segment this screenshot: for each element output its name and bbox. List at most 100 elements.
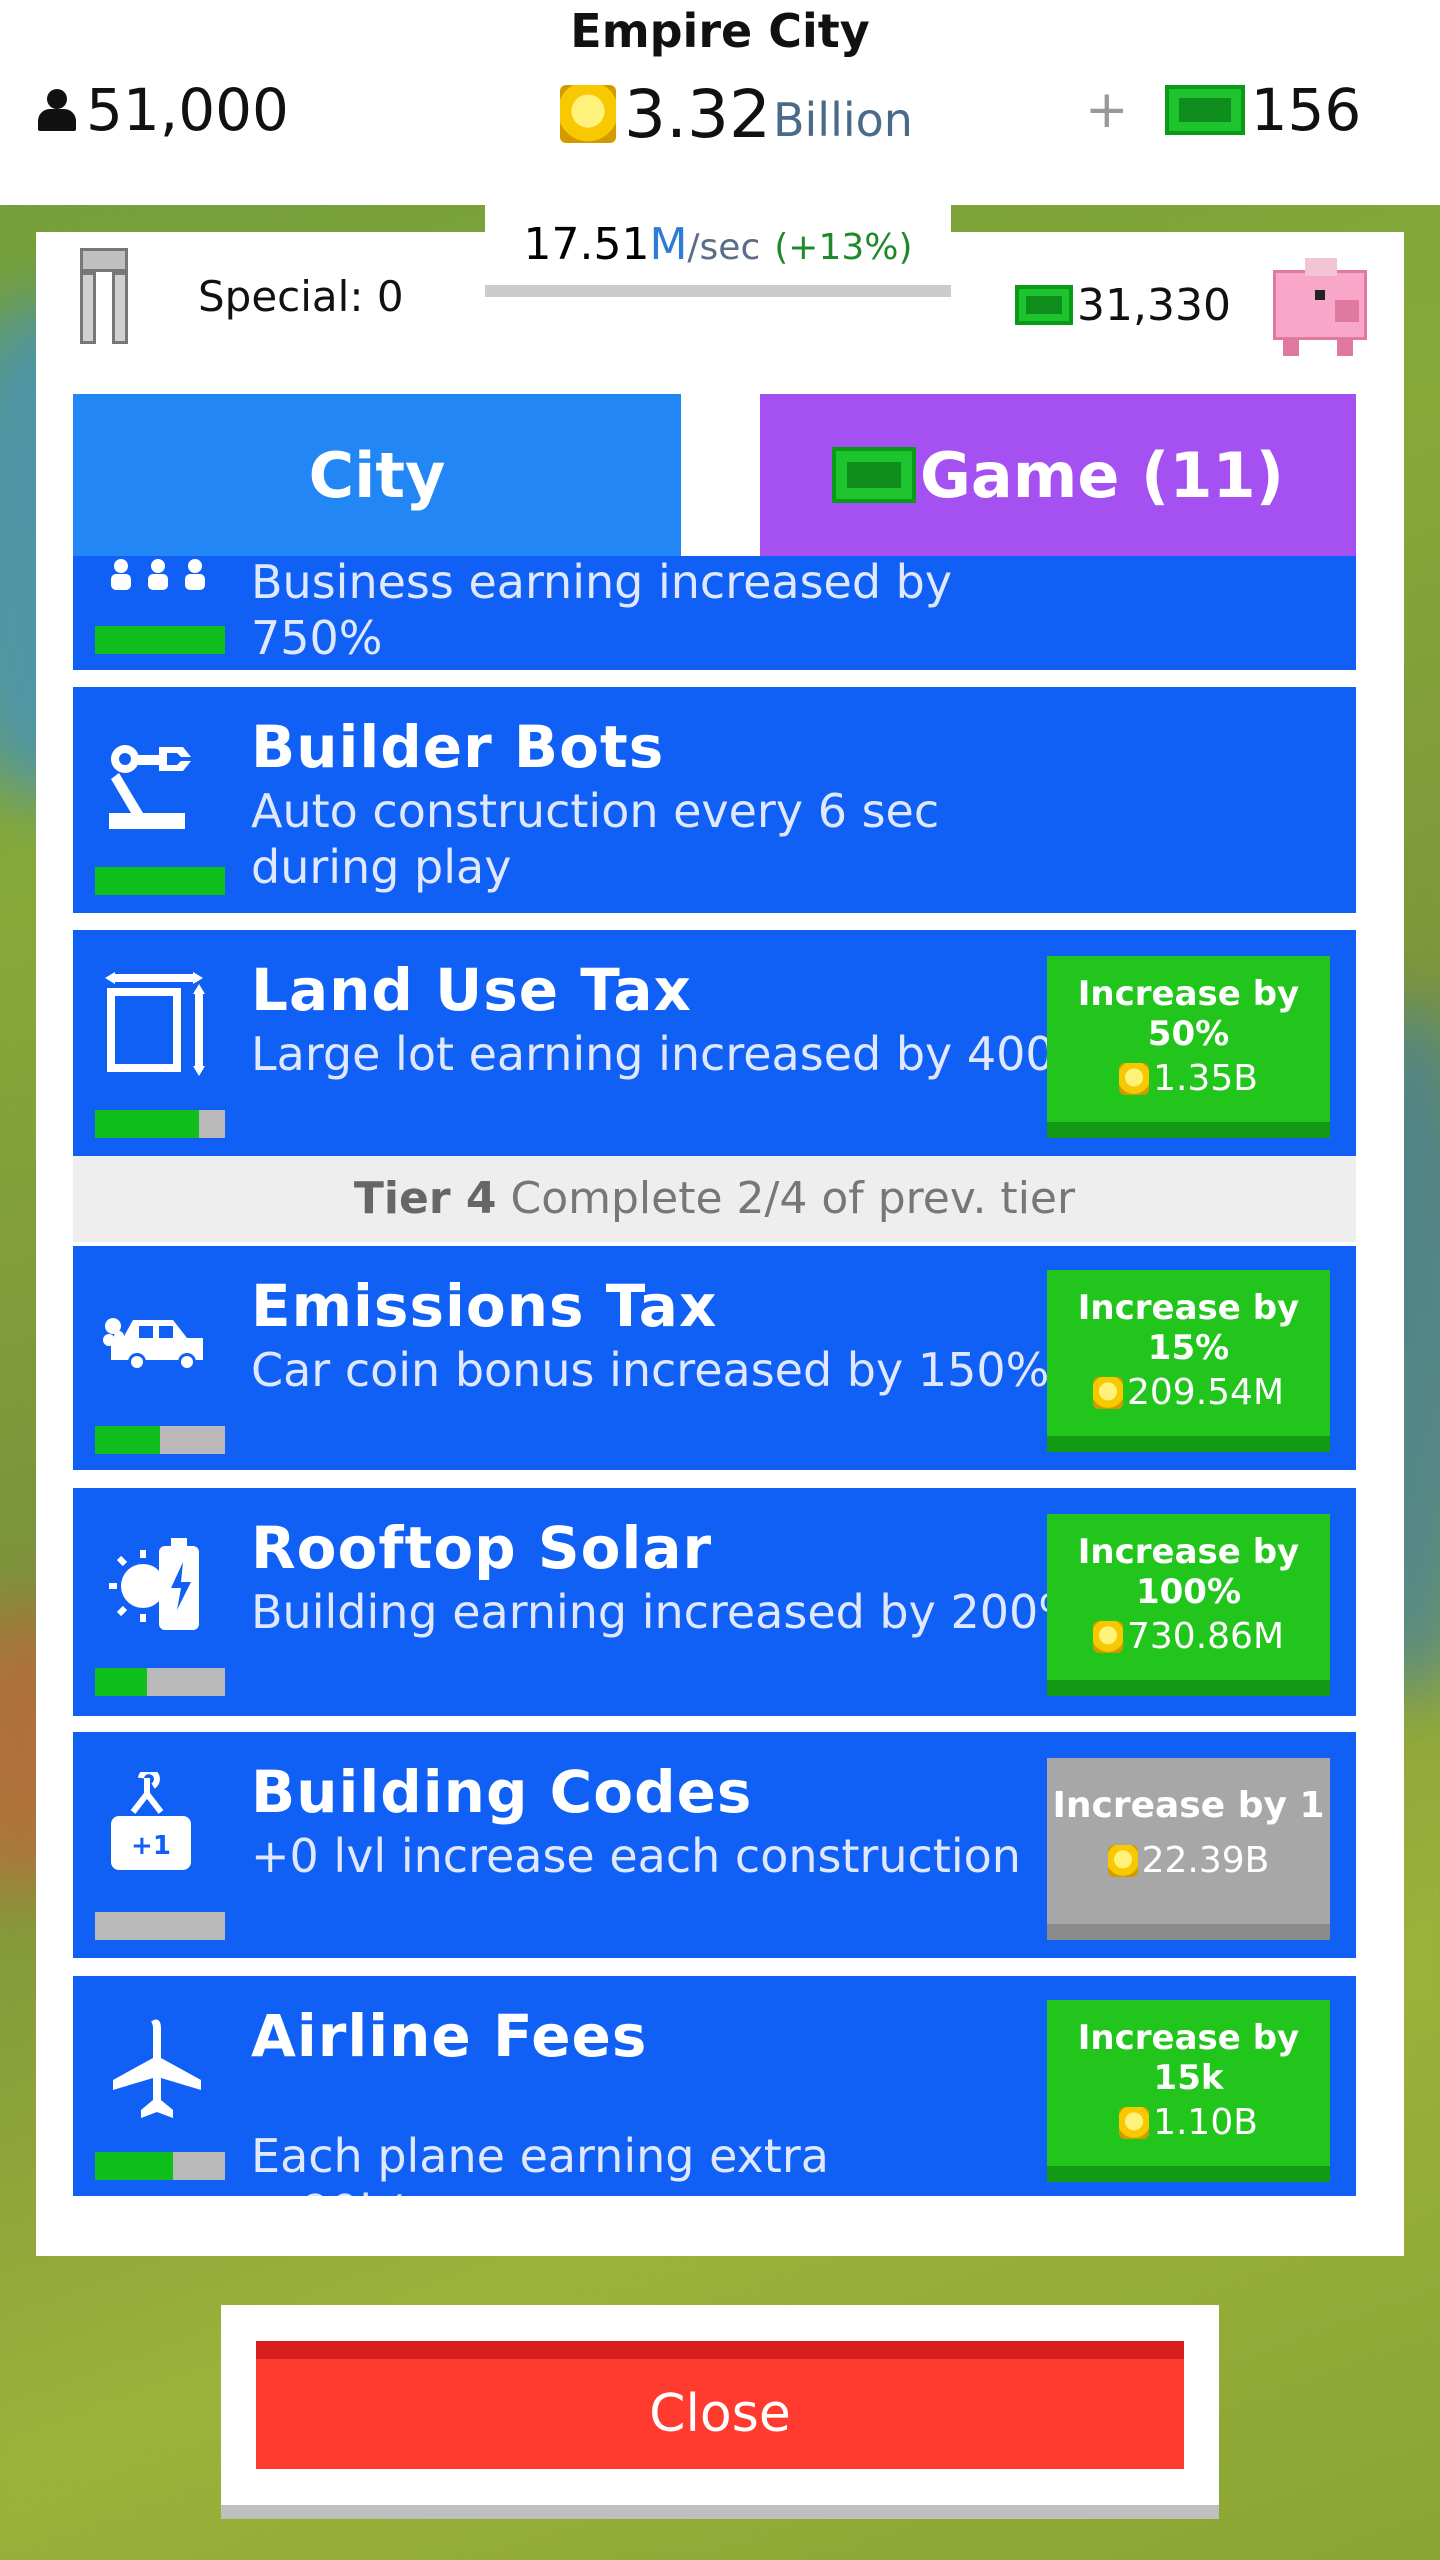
car-icon [103, 1318, 203, 1371]
monument-icon [80, 248, 128, 344]
buy-price: 1.10B [1047, 2102, 1330, 2143]
upgrade-row-business: Business earning increased by 750% [73, 556, 1356, 670]
upgrade-buy-button[interactable]: Increase by 1 22.39B [1047, 1758, 1330, 1940]
income-rate-per-sec: /sec [687, 227, 761, 268]
buy-amount: 100% [1135, 1572, 1242, 1612]
upgrade-progress [95, 1668, 225, 1696]
close-frame: Close [221, 2305, 1219, 2519]
buy-amount: 50% [1147, 1014, 1230, 1054]
buy-price: 209.54M [1047, 1372, 1330, 1413]
coin-icon [1107, 1844, 1138, 1877]
upgrade-list[interactable]: Business earning increased by 750% Build… [73, 556, 1356, 2196]
upgrade-title: Emissions Tax [251, 1272, 718, 1340]
piggy-bank-icon[interactable] [1265, 250, 1375, 360]
upgrade-description: +0 lvl increase each construction [251, 1829, 1021, 1883]
piggy-bank[interactable]: 31,330 [1015, 250, 1375, 360]
buy-price-value: 1.35B [1153, 1058, 1258, 1099]
upgrade-title: Airline Fees [251, 2002, 648, 2070]
buy-amount: 15% [1147, 1328, 1230, 1368]
cash-bill-icon [832, 447, 917, 503]
coin-icon [1119, 1062, 1150, 1095]
upgrade-description: Building earning increased by 200% [251, 1585, 1082, 1639]
progress-fill [95, 626, 225, 654]
upgrade-buy-button[interactable]: Increase by 100% 730.86M [1047, 1514, 1330, 1696]
upgrade-row-emissions-tax: Emissions Tax Car coin bonus increased b… [73, 1246, 1356, 1470]
crane-box-icon: +1 [111, 1772, 191, 1870]
airplane-icon [113, 2019, 201, 2118]
upgrade-description: Business earning increased by 750% [251, 556, 953, 665]
income-rate-unit: M [649, 219, 688, 270]
coin-icon [1119, 2106, 1150, 2139]
coin-value: 3.32 [624, 76, 771, 153]
buy-price: 730.86M [1047, 1616, 1330, 1657]
coin-icon [1092, 1620, 1123, 1653]
cash-value: 156 [1250, 76, 1362, 144]
coin-balance: 3.32 Billion [560, 76, 913, 153]
upgrade-title: Building Codes [251, 1758, 753, 1826]
tab-city-label: City [308, 438, 446, 512]
buy-price-value: 730.86M [1126, 1616, 1285, 1657]
income-rate: 17.51M/sec (+13%) [485, 205, 951, 297]
tier-requirement: Complete 2/4 of prev. tier [510, 1173, 1076, 1224]
buy-label: Increase by [1077, 1532, 1300, 1572]
buy-amount: 15k [1153, 2058, 1224, 2098]
cash-bill-icon [1015, 285, 1073, 325]
upgrade-row-building-codes: +1 Building Codes +0 lvl increase each c… [73, 1732, 1356, 1958]
upgrade-progress [95, 867, 225, 895]
upgrade-description: Car coin bonus increased by 150% [251, 1343, 1050, 1397]
add-cash-button[interactable]: + [1085, 80, 1129, 140]
upgrade-progress [95, 1912, 225, 1940]
svg-text:+1: +1 [131, 1831, 171, 1861]
upgrade-title: Rooftop Solar [251, 1514, 713, 1582]
population-icon [36, 89, 78, 131]
progress-fill [95, 1668, 147, 1696]
tab-game[interactable]: Game (11) [760, 394, 1356, 556]
buy-price-value: 22.39B [1141, 1840, 1270, 1881]
buy-label: Increase by 1 [1052, 1785, 1325, 1826]
robot-arm-icon [109, 745, 191, 829]
coin-icon [1092, 1376, 1123, 1409]
buy-price-value: 209.54M [1126, 1372, 1285, 1413]
upgrade-description-text: Each plane earning extra [251, 2129, 829, 2183]
upgrade-title: Land Use Tax [251, 956, 692, 1024]
upgrade-description: Each plane earning extra 90k/sec [251, 2072, 829, 2196]
upgrade-title: Builder Bots [251, 713, 665, 781]
buy-price: 1.35B [1047, 1058, 1330, 1099]
buy-label: Increase by [1077, 2018, 1300, 2058]
lot-size-icon [105, 972, 205, 1076]
upgrade-row-land-use-tax: Land Use Tax Large lot earning increased… [73, 930, 1356, 1156]
income-rate-value: 17.51 [523, 219, 650, 270]
upgrade-description-value: 90k/sec [301, 2185, 479, 2196]
tier-label: Tier 4 [353, 1173, 497, 1224]
income-rate-bonus: (+13%) [774, 227, 913, 268]
close-button[interactable]: Close [256, 2341, 1184, 2469]
buy-label: Increase by [1077, 1288, 1300, 1328]
progress-fill [95, 867, 225, 895]
city-name: Empire City [570, 4, 870, 58]
upgrade-description: Auto construction every 6 sec during pla… [251, 784, 940, 894]
solar-battery-icon [109, 1538, 199, 1630]
upgrade-progress [95, 2152, 225, 2180]
special-buildings: Special: 0 [80, 246, 404, 346]
upgrade-description: Large lot earning increased by 400% [251, 1027, 1099, 1081]
upgrade-buy-button[interactable]: Increase by 15% 209.54M [1047, 1270, 1330, 1452]
people-icon [111, 559, 205, 590]
upgrade-progress [95, 1110, 225, 1138]
buy-price: 22.39B [1047, 1840, 1330, 1881]
cash-bill-icon [1164, 85, 1245, 135]
tab-game-label: Game (11) [920, 438, 1284, 512]
upgrade-buy-button[interactable]: Increase by 15k 1.10B [1047, 2000, 1330, 2182]
piggy-bank-value: 31,330 [1077, 279, 1231, 331]
cash-balance: + 156 [1085, 76, 1361, 144]
coin-icon [560, 85, 616, 143]
upgrade-row-builder-bots: Builder Bots Auto construction every 6 s… [73, 687, 1356, 913]
population-value: 51,000 [86, 76, 289, 144]
progress-fill [95, 1426, 160, 1454]
population-counter: 51,000 [36, 76, 289, 144]
upgrade-buy-button[interactable]: Increase by 50% 1.35B [1047, 956, 1330, 1138]
special-count: Special: 0 [198, 271, 404, 321]
upgrade-progress [95, 626, 225, 654]
tab-city[interactable]: City [73, 394, 681, 556]
buy-price-value: 1.10B [1153, 2102, 1258, 2143]
tier-header: Tier 4 Complete 2/4 of prev. tier [73, 1156, 1356, 1242]
